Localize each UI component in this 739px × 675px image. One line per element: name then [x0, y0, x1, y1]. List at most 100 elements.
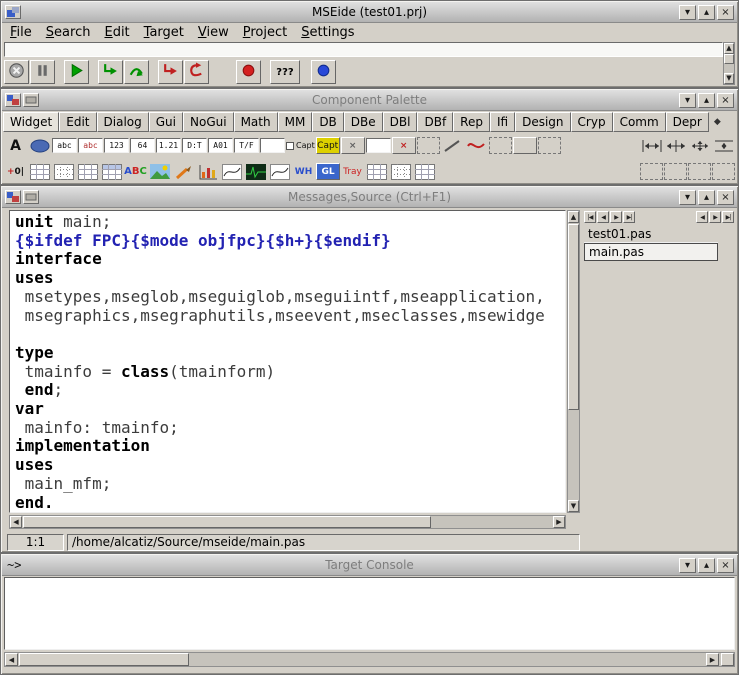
file-nav-button[interactable]: ◀ — [696, 211, 708, 223]
paintbox-widget-icon[interactable] — [172, 161, 195, 182]
blankedit-widget-icon[interactable] — [260, 138, 285, 153]
file-nav-button[interactable]: ▶| — [722, 211, 734, 223]
pause-button[interactable] — [30, 60, 55, 84]
booleanedit-widget-icon[interactable]: T/F — [234, 138, 259, 153]
widthheight-widget-icon[interactable]: WH — [292, 161, 315, 182]
listview-widget-icon[interactable] — [389, 161, 412, 182]
maximize-icon[interactable]: ▴ — [698, 5, 715, 20]
grid-widget-icon[interactable] — [28, 161, 51, 182]
tab-db[interactable]: DB — [312, 112, 343, 132]
maximize-icon[interactable]: ▴ — [698, 190, 715, 205]
treeview-widget-icon[interactable] — [413, 161, 436, 182]
scroll-up-icon[interactable]: ▲ — [724, 43, 734, 54]
drawgrid-widget-icon[interactable] — [76, 161, 99, 182]
menu-item-settings[interactable]: Settings — [295, 24, 362, 41]
fontedit-widget-icon[interactable]: ABC — [124, 161, 147, 182]
scroll-left-icon[interactable]: ◀ — [10, 516, 22, 528]
console-titlebar[interactable]: ~> Target Console ▾ ▴ × — [2, 555, 737, 576]
minimize-icon[interactable]: ▾ — [679, 5, 696, 20]
tab-gui[interactable]: Gui — [149, 112, 183, 132]
checkbox-widget-icon[interactable]: Capt — [286, 135, 315, 156]
cancelbutton-widget-icon[interactable]: × — [392, 137, 416, 154]
vertical-scroll-thumb[interactable] — [568, 224, 579, 410]
console-scroll-thumb[interactable] — [19, 653, 189, 666]
file-nav-button[interactable]: ▶| — [623, 211, 635, 223]
panel-widget-icon[interactable] — [513, 137, 537, 154]
close-icon[interactable]: × — [717, 190, 734, 205]
spacer-widget-icon[interactable] — [664, 135, 687, 156]
source-titlebar[interactable]: Messages,Source (Ctrl+F1) ▾ ▴ × — [2, 187, 737, 208]
maximize-icon[interactable]: ▴ — [698, 558, 715, 573]
app-icon[interactable] — [5, 5, 21, 19]
tab-depr[interactable]: Depr — [666, 112, 709, 132]
source-window-icon[interactable] — [5, 190, 21, 204]
stringedit-widget-icon[interactable]: abc — [52, 138, 77, 153]
scroll-down-icon[interactable]: ▼ — [568, 500, 579, 512]
scroll-right-icon[interactable]: ▶ — [553, 516, 565, 528]
run-button[interactable] — [64, 60, 89, 84]
horizontal-scroll-thumb[interactable] — [23, 516, 431, 528]
memoedit-widget-icon[interactable]: abc — [78, 138, 103, 153]
main-titlebar[interactable]: MSEide (test01.prj) ▾ ▴ × — [2, 2, 737, 23]
maximize-icon[interactable]: ▴ — [698, 93, 715, 108]
resize-grip[interactable] — [721, 653, 734, 666]
minimize-icon[interactable]: ▾ — [679, 190, 696, 205]
file-nav-button[interactable]: ▶ — [610, 211, 622, 223]
file-nav-button[interactable]: ▶ — [709, 211, 721, 223]
step-over-button[interactable] — [124, 60, 149, 84]
container2-widget-icon[interactable] — [664, 163, 687, 180]
datetimeedit-widget-icon[interactable]: D:T — [182, 138, 207, 153]
close-icon[interactable]: × — [717, 5, 734, 20]
groupbox-widget-icon[interactable] — [489, 137, 512, 154]
restart-button[interactable] — [184, 60, 209, 84]
help-button[interactable]: ??? — [270, 60, 300, 84]
step-out-button[interactable] — [158, 60, 183, 84]
closebutton-widget-icon[interactable]: × — [341, 137, 365, 154]
plotter-widget-icon[interactable] — [268, 161, 291, 182]
menu-item-view[interactable]: View — [192, 24, 237, 41]
tab-design[interactable]: Design — [515, 112, 570, 132]
integeredit-widget-icon[interactable]: 123 — [104, 138, 129, 153]
tab-dialog[interactable]: Dialog — [97, 112, 149, 132]
minimize-icon[interactable]: ▾ — [679, 93, 696, 108]
edit-widget-icon[interactable] — [366, 138, 391, 153]
container1-widget-icon[interactable] — [640, 163, 663, 180]
scroll-right-icon[interactable]: ▶ — [706, 653, 719, 666]
window-menu-icon[interactable] — [23, 190, 39, 204]
close-icon[interactable]: × — [717, 558, 734, 573]
shape-widget-icon[interactable] — [28, 135, 51, 156]
label-widget-icon[interactable]: A — [4, 135, 27, 156]
stringgrid-widget-icon[interactable] — [52, 161, 75, 182]
tab-widget[interactable]: Widget — [3, 112, 59, 132]
chart-widget-icon[interactable] — [196, 161, 219, 182]
editor-vertical-scrollbar[interactable]: ▲ ▼ — [567, 210, 580, 513]
source-editor[interactable]: unit main;{$ifdef FPC}{$mode objfpc}{$h+… — [9, 210, 566, 513]
button-widget-icon[interactable]: Capt — [316, 137, 340, 154]
scrollbox-widget-icon[interactable] — [538, 137, 561, 154]
realedit-widget-icon[interactable]: 1.21 — [156, 138, 181, 153]
kill-button[interactable] — [4, 60, 29, 84]
docker-widget-icon[interactable] — [712, 135, 735, 156]
palette-titlebar[interactable]: Component Palette ▾ ▴ × — [2, 90, 737, 111]
file-list-item[interactable]: main.pas — [584, 243, 718, 261]
dbnavigator-widget-icon[interactable]: +0| — [4, 161, 27, 182]
console-horizontal-scrollbar[interactable]: ◀ ▶ — [4, 652, 735, 667]
palette-window-icon[interactable] — [5, 93, 21, 107]
curve-widget-icon[interactable] — [220, 161, 243, 182]
record-button[interactable] — [236, 60, 261, 84]
scroll-down-icon[interactable]: ▼ — [724, 73, 734, 84]
tab-ifi[interactable]: Ifi — [490, 112, 515, 132]
tab-nogui[interactable]: NoGui — [183, 112, 234, 132]
bezier-widget-icon[interactable] — [465, 135, 488, 156]
dbgrid-widget-icon[interactable] — [100, 161, 123, 182]
tab-math[interactable]: Math — [234, 112, 278, 132]
tab-dbe[interactable]: DBe — [344, 112, 383, 132]
editor-horizontal-scrollbar[interactable]: ◀ ▶ — [9, 515, 566, 529]
tab-dbf[interactable]: DBf — [417, 112, 453, 132]
menu-item-project[interactable]: Project — [237, 24, 296, 41]
tab-splitter-icon[interactable]: ◆ — [714, 117, 721, 127]
dock-scroll-thumb[interactable] — [724, 54, 734, 64]
frame-widget-icon[interactable] — [417, 137, 440, 154]
tab-dbl[interactable]: DBl — [383, 112, 418, 132]
tab-edit[interactable]: Edit — [59, 112, 96, 132]
